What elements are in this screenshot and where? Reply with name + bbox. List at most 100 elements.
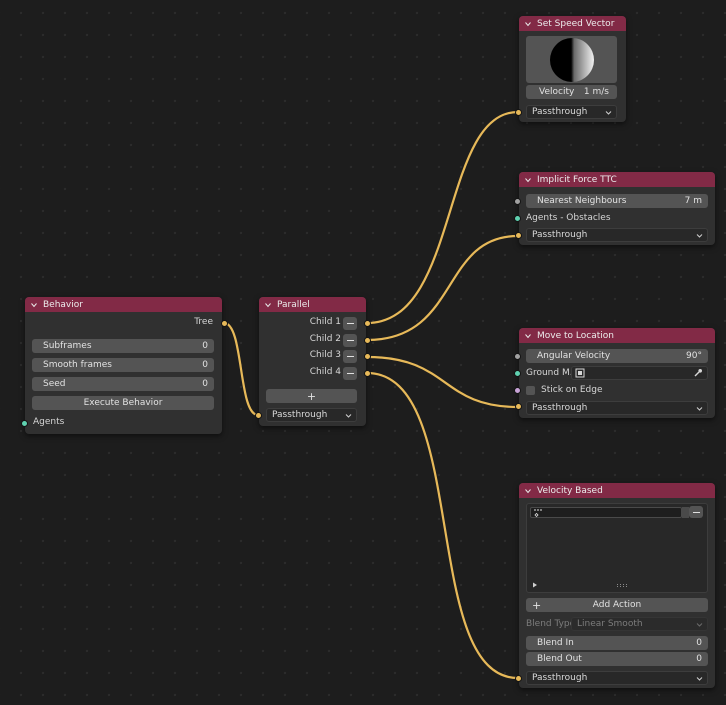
move-to-location-header[interactable]: Move to Location — [519, 328, 715, 343]
dropdown-value: Passthrough — [272, 410, 328, 420]
nearest-neighbours-socket[interactable] — [514, 198, 521, 205]
node-title: Implicit Force TTC — [537, 174, 617, 185]
child-label: Child 3 — [309, 350, 341, 360]
remove-child-button[interactable] — [343, 334, 357, 347]
child-row: Child 1 — [310, 317, 341, 327]
child-row: Child 2 — [310, 334, 341, 344]
child-label: Child 2 — [309, 334, 341, 344]
execute-behavior-button[interactable]: Execute Behavior — [32, 396, 214, 410]
behavior-node[interactable]: Behavior Tree Subframes 0 Smooth frames … — [25, 297, 222, 434]
play-icon[interactable] — [532, 582, 538, 588]
blend-type-dropdown[interactable]: Linear Smooth — [571, 617, 708, 631]
agents-input-socket[interactable] — [21, 420, 28, 427]
action-icon — [534, 509, 542, 517]
child-4-output-socket[interactable] — [364, 370, 371, 377]
node-title: Behavior — [43, 299, 83, 310]
parallel-node[interactable]: Parallel Child 1 Child 2 Child 3 Child 4… — [259, 297, 366, 426]
move-location-input-socket[interactable] — [515, 403, 522, 410]
parallel-node-header[interactable]: Parallel — [259, 297, 366, 312]
child-2-output-socket[interactable] — [364, 337, 371, 344]
blend-type-label: Blend Type — [526, 619, 576, 629]
ground-mesh-socket[interactable] — [514, 370, 521, 377]
node-title: Move to Location — [537, 330, 614, 341]
plus-icon: + — [306, 389, 317, 403]
implicit-force-ttc-node[interactable]: Implicit Force TTC Nearest Neighbours 7 … — [519, 172, 715, 245]
move-to-location-node[interactable]: Move to Location Angular Velocity 90° Gr… — [519, 328, 715, 418]
angular-velocity-socket[interactable] — [514, 353, 521, 360]
chevron-down-icon[interactable] — [525, 333, 531, 339]
dropdown-value: Passthrough — [532, 673, 588, 683]
field-label: Blend In — [537, 638, 574, 648]
nearest-neighbours-field[interactable]: Nearest Neighbours 7 m — [526, 194, 708, 208]
remove-child-button[interactable] — [343, 367, 357, 380]
field-value: 0 — [696, 654, 702, 664]
child-3-output-socket[interactable] — [364, 353, 371, 360]
ground-mesh-picker[interactable] — [571, 366, 708, 380]
chevron-down-icon — [696, 676, 703, 681]
link-tree-to-parallel — [222, 321, 260, 417]
chevron-down-icon[interactable] — [525, 21, 531, 27]
field-label: Seed — [43, 379, 66, 389]
input-label: Agents - Obstacles — [526, 213, 611, 223]
direction-preview[interactable] — [526, 36, 617, 83]
parallel-mode-dropdown[interactable]: Passthrough — [266, 408, 357, 422]
remove-child-button[interactable] — [343, 317, 357, 330]
field-value: 7 m — [684, 196, 702, 206]
tree-output-socket[interactable] — [221, 320, 228, 327]
chevron-down-icon[interactable] — [31, 302, 37, 308]
link-child3-to-move-location — [365, 355, 520, 409]
action-list[interactable] — [526, 503, 708, 593]
child-1-output-socket[interactable] — [364, 320, 371, 327]
action-list-item[interactable] — [530, 507, 682, 518]
set-speed-vector-node[interactable]: Set Speed Vector Velocity 1 m/s Passthro… — [519, 16, 626, 122]
velocity-based-mode-dropdown[interactable]: Passthrough — [526, 671, 708, 685]
stick-on-edge-row[interactable]: Stick on Edge — [526, 385, 602, 395]
button-label: Add Action — [592, 600, 642, 610]
parallel-input-socket[interactable] — [255, 412, 262, 419]
velocity-based-input-socket[interactable] — [515, 675, 522, 682]
stick-on-edge-socket[interactable] — [514, 387, 521, 394]
set-speed-vector-header[interactable]: Set Speed Vector — [519, 16, 626, 31]
smooth-frames-field[interactable]: Smooth frames 0 — [32, 358, 214, 372]
remove-action-button[interactable] — [689, 506, 703, 518]
implicit-force-header[interactable]: Implicit Force TTC — [519, 172, 715, 187]
field-label: Angular Velocity — [537, 351, 611, 361]
node-title: Velocity Based — [537, 485, 603, 496]
implicit-force-mode-dropdown[interactable]: Passthrough — [526, 228, 708, 242]
node-title: Parallel — [277, 299, 310, 310]
chevron-down-icon — [696, 233, 703, 238]
set-speed-input-socket[interactable] — [515, 109, 522, 116]
blend-out-field[interactable]: Blend Out 0 — [526, 652, 708, 666]
child-row: Child 3 — [310, 350, 341, 360]
blend-in-field[interactable]: Blend In 0 — [526, 636, 708, 650]
move-location-mode-dropdown[interactable]: Passthrough — [526, 401, 708, 415]
link-child1-to-set-speed — [365, 110, 520, 325]
chevron-down-icon[interactable] — [265, 302, 271, 308]
action-list-scrollbar[interactable] — [682, 507, 689, 518]
velocity-based-node[interactable]: Velocity Based + Add Action Blend Type L… — [519, 483, 715, 688]
chevron-down-icon[interactable] — [525, 488, 531, 494]
angular-velocity-field[interactable]: Angular Velocity 90° — [526, 349, 708, 363]
add-child-button[interactable]: + — [266, 389, 357, 403]
remove-child-button[interactable] — [343, 350, 357, 363]
resize-grip-icon[interactable] — [617, 584, 627, 588]
tree-output-row: Tree — [194, 317, 213, 327]
velocity-based-header[interactable]: Velocity Based — [519, 483, 715, 498]
seed-field[interactable]: Seed 0 — [32, 377, 214, 391]
button-label: Execute Behavior — [83, 398, 163, 408]
field-label: Subframes — [43, 341, 92, 351]
field-value: 0 — [202, 360, 208, 370]
eyedropper-icon[interactable] — [693, 368, 703, 378]
velocity-field[interactable]: Velocity 1 m/s — [526, 85, 617, 99]
output-label: Tree — [194, 317, 213, 327]
dropdown-value: Passthrough — [532, 107, 588, 117]
implicit-force-input-socket[interactable] — [515, 232, 522, 239]
add-action-button[interactable]: + Add Action — [526, 598, 708, 612]
field-value: 1 m/s — [583, 87, 609, 97]
chevron-down-icon[interactable] — [525, 177, 531, 183]
subframes-field[interactable]: Subframes 0 — [32, 339, 214, 353]
behavior-node-header[interactable]: Behavior — [25, 297, 222, 312]
set-speed-mode-dropdown[interactable]: Passthrough — [526, 105, 617, 119]
stick-on-edge-checkbox[interactable] — [526, 385, 535, 395]
agents-obstacles-socket[interactable] — [514, 215, 521, 222]
